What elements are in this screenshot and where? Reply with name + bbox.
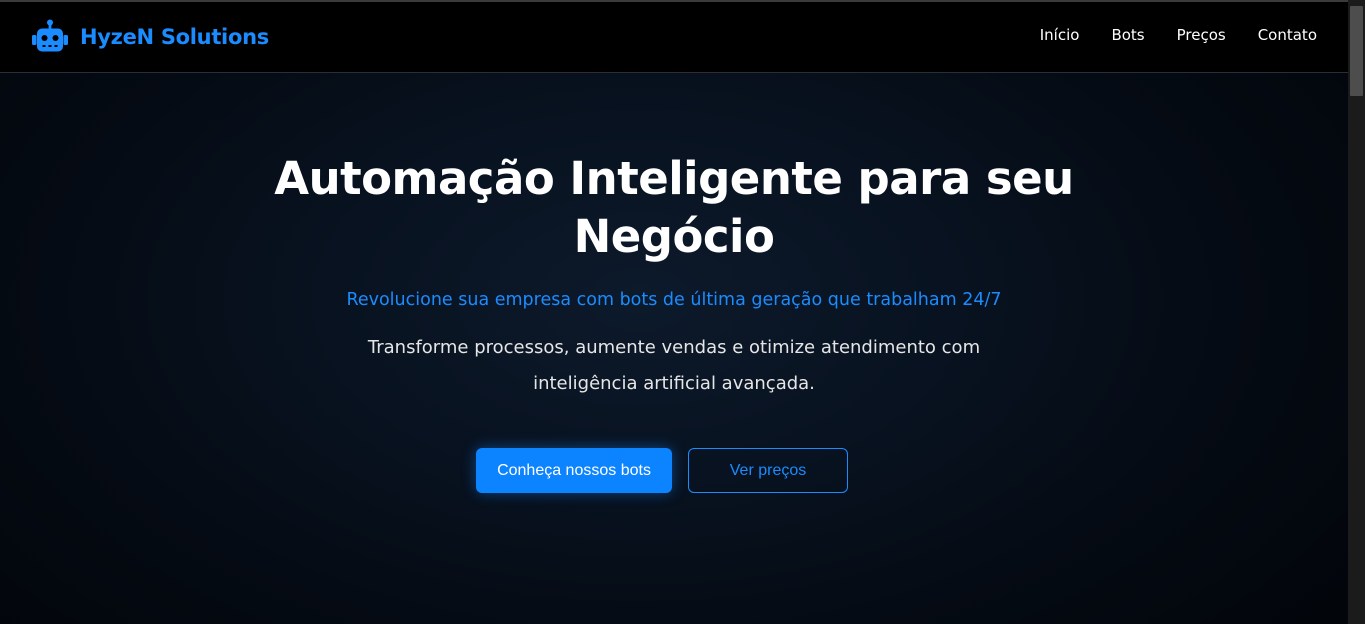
hero-subtitle: Revolucione sua empresa com bots de últi… [346, 290, 1002, 310]
robot-icon [32, 19, 68, 52]
scrollbar-thumb[interactable] [1350, 6, 1363, 96]
hero-description: Transforme processos, aumente vendas e o… [367, 337, 981, 394]
nav-link-precos[interactable]: Preços [1177, 26, 1226, 44]
landing-page: HyzeN Solutions Início Bots Preços Conta… [0, 0, 1348, 624]
cta-group: Conheça nossos bots Ver preços [0, 448, 1348, 493]
nav-menu: Início Bots Preços Contato [1040, 26, 1317, 44]
nav-link-inicio[interactable]: Início [1040, 26, 1080, 44]
brand-link[interactable]: HyzeN Solutions [31, 19, 269, 55]
vertical-scrollbar[interactable] [1348, 0, 1365, 624]
nav-link-contato[interactable]: Contato [1258, 26, 1317, 44]
see-bots-button[interactable]: Conheça nossos bots [476, 448, 672, 493]
hero-title: Automação Inteligente para seu Negócio [274, 152, 1074, 263]
navbar: HyzeN Solutions Início Bots Preços Conta… [0, 2, 1348, 73]
brand-name: HyzeN Solutions [80, 25, 269, 49]
see-pricing-button[interactable]: Ver preços [688, 448, 848, 493]
browser-viewport: HyzeN Solutions Início Bots Preços Conta… [0, 0, 1365, 624]
nav-link-bots[interactable]: Bots [1111, 26, 1144, 44]
hero-section: Automação Inteligente para seu Negócio R… [0, 150, 1348, 493]
